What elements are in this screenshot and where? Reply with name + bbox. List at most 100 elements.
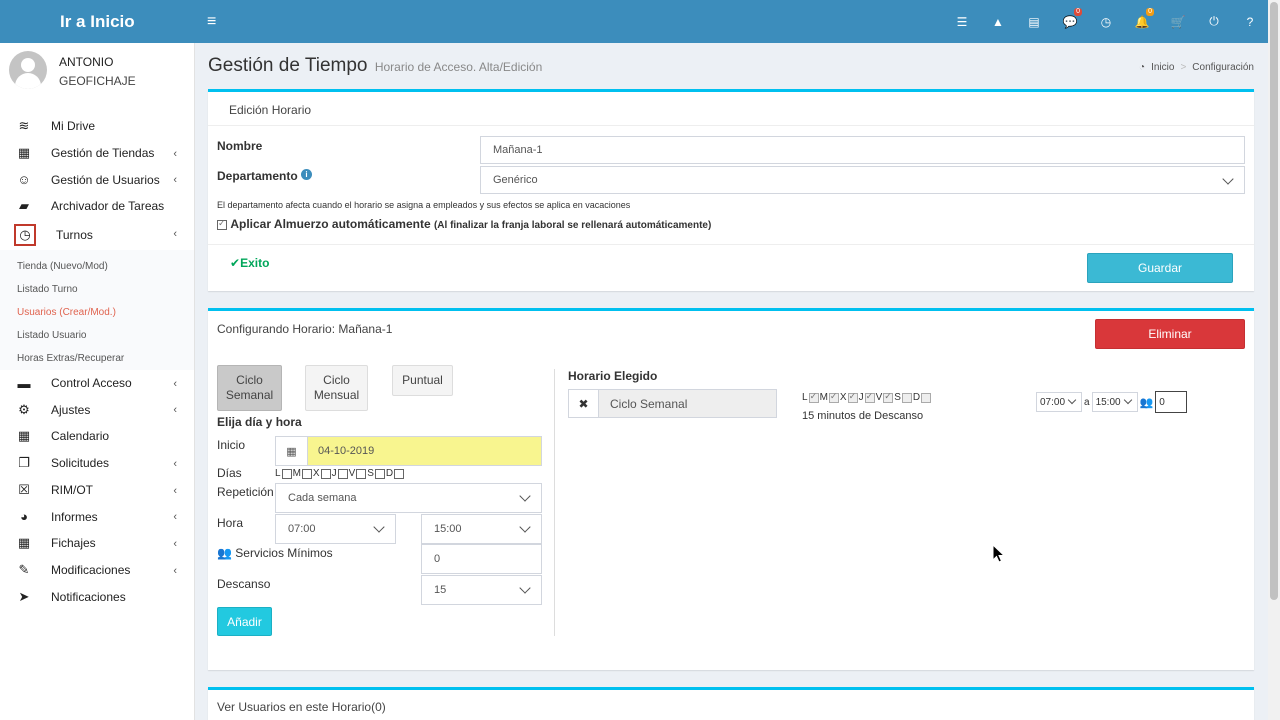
tab-ciclo-semanal[interactable]: Ciclo Semanal — [217, 365, 282, 411]
day-checkbox[interactable] — [374, 468, 385, 479]
chevron-left-icon: ‹ — [173, 227, 177, 240]
chevron-left-icon: ‹ — [173, 147, 177, 160]
power-icon[interactable]: ⏻ — [1196, 0, 1232, 43]
departamento-note: El departamento afecta cuando el horario… — [217, 200, 631, 210]
status-message: ✔Exito — [230, 256, 270, 270]
inicio-datepicker[interactable]: ▦ 04-10-2019 — [275, 436, 542, 466]
sidebar-item-gesti-n-de-tiendas[interactable]: ▦ Gestión de Tiendas ‹ — [0, 140, 194, 167]
smiley-icon: ☺ — [17, 172, 31, 188]
ver-usuarios-link[interactable]: Ver Usuarios en este Horario(0) — [217, 700, 386, 714]
day-label: X — [312, 468, 320, 479]
submenu-item[interactable]: Listado Turno — [0, 278, 194, 301]
day-label: X — [839, 392, 847, 403]
servicios-label: 👥 Servicios Mínimos — [217, 546, 333, 560]
repeticion-select[interactable]: Cada semana — [275, 483, 542, 513]
inicio-input[interactable]: 04-10-2019 — [308, 437, 541, 465]
day-checkbox[interactable] — [281, 468, 292, 479]
submenu-item[interactable]: Horas Extras/Recuperar — [0, 347, 194, 370]
users-icon: 👥 — [1139, 396, 1154, 409]
nombre-input[interactable]: Mañana-1 — [480, 136, 1245, 164]
sidebar-item-label: Turnos — [56, 227, 93, 242]
descanso-select[interactable]: 15 — [421, 575, 542, 605]
cart-icon[interactable]: 🛒 — [1160, 0, 1196, 43]
day-checkbox — [921, 392, 932, 403]
submenu-item[interactable]: Usuarios (Crear/Mod.) — [0, 301, 194, 324]
user-company: GEOFICHAJE — [59, 74, 136, 88]
hora-label: Hora — [217, 516, 244, 530]
sidebar-item-label: RIM/OT — [51, 482, 93, 497]
horario-elegido-title: Horario Elegido — [568, 369, 658, 383]
day-checkbox[interactable] — [356, 468, 367, 479]
page-title: Gestión de Tiempo — [208, 55, 368, 76]
breadcrumb-home[interactable]: Inicio — [1151, 62, 1174, 73]
database-icon: ≋ — [18, 118, 30, 134]
elegido-hasta-select[interactable]: 15:00 — [1091, 392, 1138, 412]
guardar-button[interactable]: Guardar — [1087, 253, 1233, 283]
avatar — [9, 51, 47, 89]
sidebar-item-ajustes[interactable]: ⚙ Ajustes ‹ — [0, 396, 194, 423]
elegido-desde-select[interactable]: 07:00 — [1036, 392, 1082, 412]
day-checkbox — [828, 391, 839, 403]
submenu-item[interactable]: Listado Usuario — [0, 324, 194, 347]
day-checkbox[interactable] — [320, 468, 331, 479]
content-header: Gestión de Tiempo Horario de Acceso. Alt… — [208, 55, 542, 77]
servicios-input[interactable]: 0 — [421, 544, 542, 574]
clock-icon: ◷ — [14, 223, 36, 246]
building-icon: ▦ — [17, 145, 31, 161]
box-title: Configurando Horario: Mañana-1 — [217, 322, 393, 336]
departamento-select[interactable]: Genérico — [480, 166, 1245, 194]
elegido-servicios-input[interactable]: 0 — [1155, 391, 1188, 413]
check-icon: ✔ — [230, 256, 241, 270]
hora-desde-select[interactable]: 07:00 — [275, 514, 396, 544]
horario-tipo: Ciclo Semanal — [599, 390, 776, 417]
departamento-label: Departamento i — [217, 169, 313, 183]
grid-icon: ▦ — [17, 535, 31, 551]
day-checkbox[interactable] — [337, 468, 348, 479]
home-link[interactable]: Ir a Inicio — [0, 0, 195, 43]
box-title: Edición Horario — [229, 103, 312, 117]
list-icon[interactable]: ☰ — [944, 0, 980, 43]
anadir-button[interactable]: Añadir — [217, 607, 272, 636]
sidebar-item-archivador-de-tareas[interactable]: ▰ Archivador de Tareas — [0, 193, 194, 220]
sidebar-item-label: Archivador de Tareas — [51, 199, 165, 214]
chevron-left-icon: ‹ — [173, 537, 177, 550]
bell-icon[interactable]: 🔔 0 — [1124, 0, 1160, 43]
page-subtitle: Horario de Acceso. Alta/Edición — [374, 60, 543, 74]
chevron-down-icon — [519, 582, 531, 594]
chevron-down-icon — [373, 521, 385, 533]
sidebar-item-label: Calendario — [51, 429, 110, 444]
sidebar-item-control-acceso[interactable]: ▬ Control Acceso ‹ — [0, 370, 194, 397]
road-icon[interactable]: ▲ — [980, 0, 1016, 43]
eliminar-button[interactable]: Eliminar — [1095, 319, 1245, 349]
hora-hasta-select[interactable]: 15:00 — [421, 514, 542, 544]
sidebar-item-turnos[interactable]: ◷ Turnos ‹ — [0, 220, 194, 250]
sidebar-item-fichajes[interactable]: ▦ Fichajes ‹ — [0, 530, 194, 557]
sidebar-item-solicitudes[interactable]: ❐ Solicitudes ‹ — [0, 450, 194, 477]
elegido-days: LMXJVSD — [802, 391, 932, 403]
sidebar-item-calendario[interactable]: ▦ Calendario — [0, 423, 194, 450]
chat-icon[interactable]: 💬 0 — [1052, 0, 1088, 43]
sidebar-item-mi-drive[interactable]: ≋ Mi Drive — [0, 113, 194, 140]
sidebar-toggle-icon[interactable]: ≡ — [207, 13, 216, 31]
repeticion-label: Repetición — [217, 485, 274, 499]
page-scrollbar[interactable] — [1268, 0, 1280, 720]
submenu-item[interactable]: Tienda (Nuevo/Mod) — [0, 255, 194, 278]
sidebar-item-modificaciones[interactable]: ✎ Modificaciones ‹ — [0, 557, 194, 584]
sidebar-item-notificaciones[interactable]: ➤ Notificaciones — [0, 583, 194, 610]
day-checkbox[interactable] — [301, 468, 312, 479]
almuerzo-checkbox[interactable] — [217, 218, 227, 230]
sidebar: ANTONIO GEOFICHAJE ≋ Mi Drive ▦ Gestión de … — [0, 43, 195, 720]
clock-icon[interactable]: ◷ — [1088, 0, 1124, 43]
tab-ciclo-mensual[interactable]: Ciclo Mensual — [305, 365, 368, 411]
remove-icon[interactable]: ✖ — [569, 390, 599, 417]
sidebar-item-gesti-n-de-usuarios[interactable]: ☺ Gestión de Usuarios ‹ — [0, 166, 194, 193]
help-icon[interactable]: ? — [1232, 0, 1268, 43]
sidebar-item-rim-ot[interactable]: ☒ RIM/OT ‹ — [0, 477, 194, 504]
sidebar-item-informes[interactable]: ◕ Informes ‹ — [0, 503, 194, 530]
chevron-down-icon — [519, 521, 531, 533]
day-checkbox[interactable] — [394, 468, 405, 479]
card-icon[interactable]: ▤ — [1016, 0, 1052, 43]
scrollbar-thumb[interactable] — [1270, 2, 1278, 600]
day-label: J — [858, 392, 864, 403]
tab-puntual[interactable]: Puntual — [392, 365, 453, 396]
